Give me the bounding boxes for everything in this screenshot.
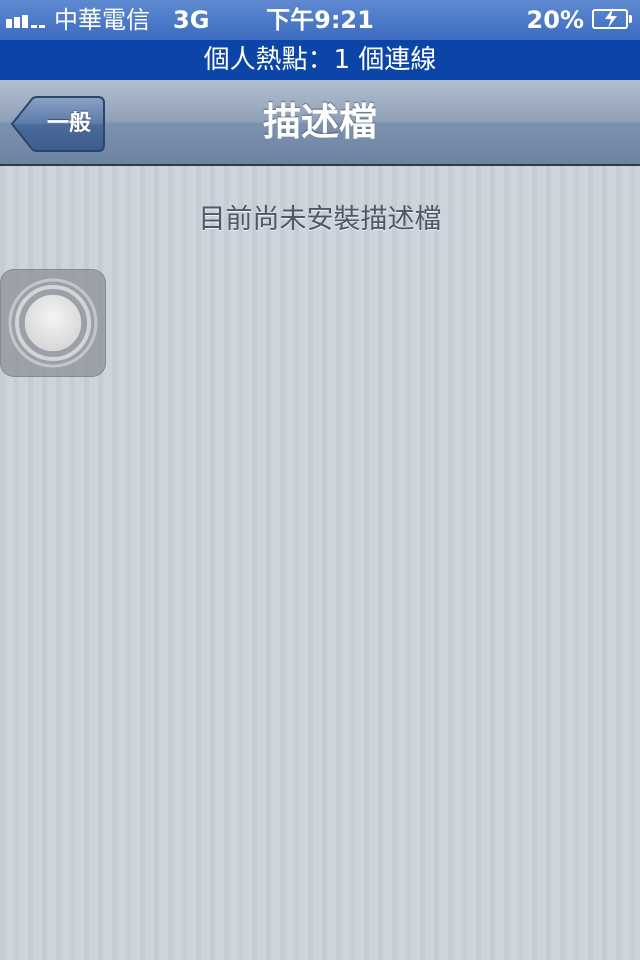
- empty-state-message: 目前尚未安裝描述檔: [198, 204, 442, 235]
- assistive-touch-button[interactable]: [0, 269, 106, 377]
- navigation-bar: 一般 描述檔: [0, 80, 640, 166]
- status-bar: 中華電信 3G 下午9:21 20%: [0, 0, 640, 40]
- assistive-touch-icon: [8, 278, 98, 368]
- battery-charging-icon: [592, 8, 632, 29]
- page-title: 描述檔: [262, 100, 377, 144]
- hotspot-banner[interactable]: 個人熱點：1 個連線: [0, 40, 640, 80]
- battery-percent: 20%: [526, 6, 584, 34]
- lightning-bolt-icon: [605, 8, 617, 28]
